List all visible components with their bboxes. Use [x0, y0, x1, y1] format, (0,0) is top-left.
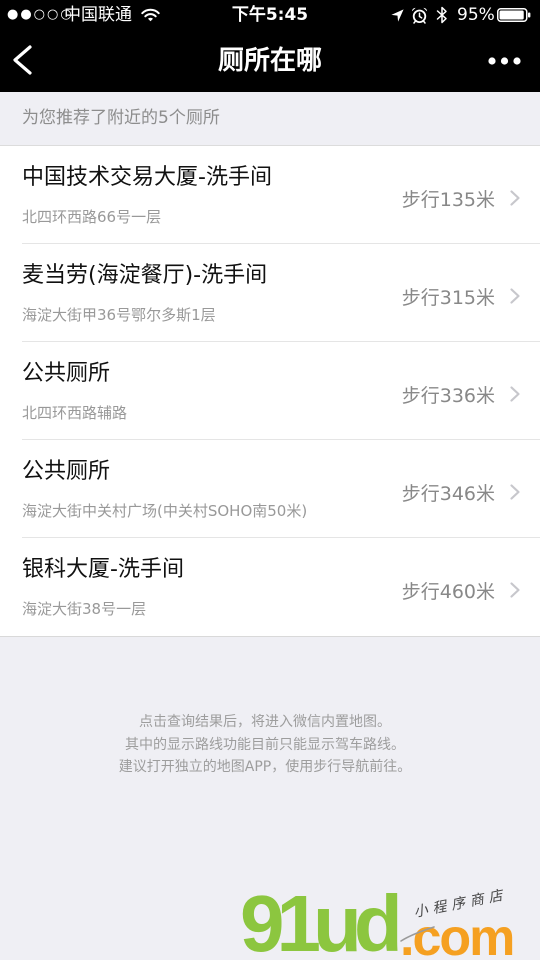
watermark-logo: 91ud .com 小程序商店 [0, 860, 540, 960]
back-button[interactable] [8, 42, 40, 80]
chevron-right-icon [510, 190, 520, 206]
result-distance: 步行315米 [401, 286, 495, 309]
chevron-right-icon [510, 484, 520, 500]
result-distance: 步行460米 [401, 580, 495, 603]
clock-time: 下午5:45 [231, 5, 309, 25]
result-item[interactable]: 公共厕所 海淀大街中关村广场(中关村SOHO南50米) 步行346米 [0, 440, 540, 538]
nav-bar: 厕所在哪 [0, 30, 540, 92]
result-address: 海淀大街38号一层 [22, 600, 147, 618]
result-item[interactable]: 中国技术交易大厦-洗手间 北四环西路66号一层 步行135米 [0, 146, 540, 244]
more-dots-icon [488, 57, 521, 65]
result-text: 麦当劳(海淀餐厅)-洗手间 海淀大街甲36号鄂尔多斯1层 [22, 244, 402, 325]
location-arrow-icon [391, 9, 404, 22]
result-address: 北四环西路辅路 [22, 404, 128, 422]
watermark-domain: .com [400, 909, 515, 960]
result-address: 海淀大街中关村广场(中关村SOHO南50米) [22, 502, 308, 520]
chevron-right-icon [510, 582, 520, 598]
bluetooth-icon [436, 6, 448, 24]
status-bar: ●●○○○ 中国联通 下午5:45 95% [0, 0, 540, 30]
chevron-left-icon [13, 45, 32, 75]
result-distance: 步行135米 [401, 188, 495, 211]
footer-note-line: 点击查询结果后，将进入微信内置地图。 [139, 714, 391, 730]
battery-icon [497, 8, 531, 22]
result-address: 海淀大街甲36号鄂尔多斯1层 [22, 306, 216, 324]
footer-note: 点击查询结果后，将进入微信内置地图。 其中的显示路线功能目前只能显示驾车路线。 … [0, 711, 540, 779]
carrier-name: 中国联通 [64, 5, 132, 25]
result-distance: 步行346米 [401, 482, 495, 505]
more-button[interactable] [478, 42, 530, 80]
result-item[interactable]: 银科大厦-洗手间 海淀大街38号一层 步行460米 [0, 538, 540, 636]
result-address: 北四环西路66号一层 [22, 208, 162, 226]
result-item[interactable]: 公共厕所 北四环西路辅路 步行336米 [0, 342, 540, 440]
result-text: 银科大厦-洗手间 海淀大街38号一层 [22, 538, 402, 619]
result-name: 麦当劳(海淀餐厅)-洗手间 [22, 263, 268, 288]
alarm-clock-icon [411, 7, 428, 24]
footer-note-line: 其中的显示路线功能目前只能显示驾车路线。 [125, 736, 405, 753]
result-name: 公共厕所 [22, 459, 111, 484]
battery-fill [499, 10, 524, 20]
result-name: 银科大厦-洗手间 [22, 557, 184, 582]
chevron-right-icon [510, 386, 520, 402]
results-summary: 为您推荐了附近的5个厕所 [0, 92, 540, 146]
watermark-brand: 91ud [240, 879, 403, 960]
chevron-right-icon [510, 288, 520, 304]
result-distance: 步行336米 [401, 384, 495, 407]
result-name: 公共厕所 [22, 361, 111, 386]
footer-note-line: 建议打开独立的地图APP，使用步行导航前往。 [118, 759, 412, 775]
result-text: 公共厕所 北四环西路辅路 [22, 342, 402, 423]
result-list: 中国技术交易大厦-洗手间 北四环西路66号一层 步行135米 麦当劳(海淀餐厅)… [0, 146, 540, 637]
watermark-swoosh [400, 926, 435, 942]
page-title: 厕所在哪 [217, 46, 322, 76]
battery-percent: 95% [457, 5, 495, 25]
result-text: 公共厕所 海淀大街中关村广场(中关村SOHO南50米) [22, 440, 402, 521]
watermark-tagline: 小程序商店 [412, 887, 509, 921]
result-name: 中国技术交易大厦-洗手间 [22, 165, 272, 190]
result-item[interactable]: 麦当劳(海淀餐厅)-洗手间 海淀大街甲36号鄂尔多斯1层 步行315米 [0, 244, 540, 342]
wifi-icon [141, 8, 160, 22]
result-text: 中国技术交易大厦-洗手间 北四环西路66号一层 [22, 146, 402, 227]
